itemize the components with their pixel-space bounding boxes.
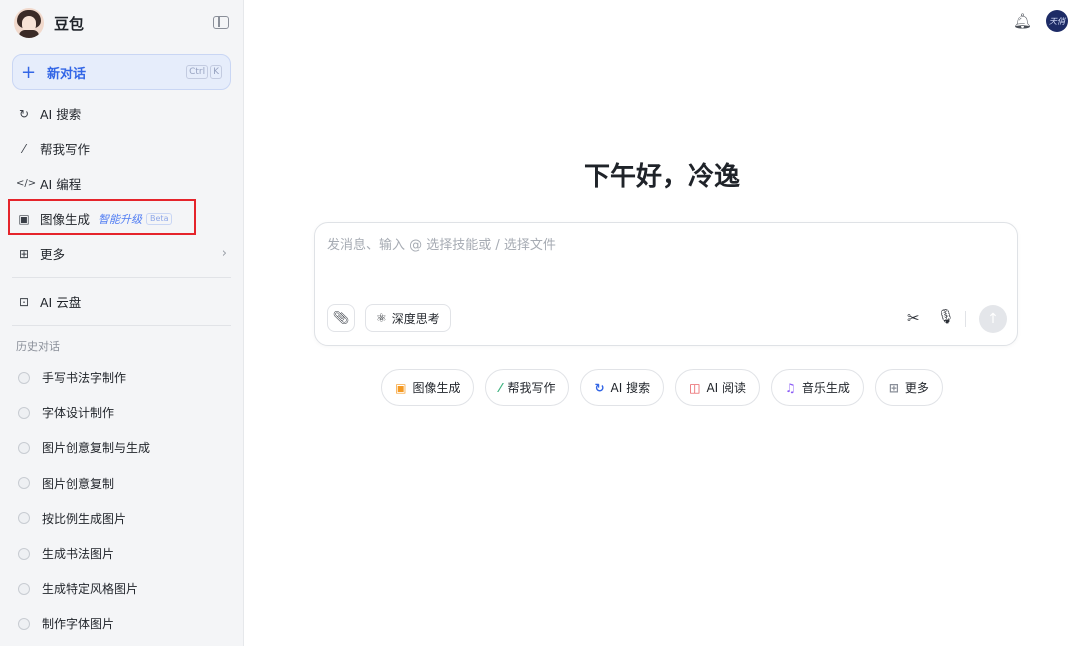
chat-bubble-icon	[18, 617, 30, 630]
shortcut-hint: Ctrl K	[186, 65, 222, 79]
sidebar-item-label: AI 编程	[40, 177, 82, 192]
deep-think-label: 深度思考	[391, 311, 440, 326]
ai-search-icon: ↻	[18, 106, 30, 121]
history-item[interactable]: 手写书法字制作	[12, 360, 231, 395]
deep-think-button[interactable]: ⚛︎ 深度思考	[365, 304, 451, 332]
scissors-icon[interactable]: ✂︎	[907, 309, 920, 327]
plus-icon: +	[21, 61, 37, 83]
history-item-label: 生成特定风格图片	[42, 582, 139, 597]
top-right-toolbar: 🔔︎ 天俏	[1013, 10, 1068, 32]
highlight-annotation	[8, 199, 196, 235]
history-item-label: 手写书法字制作	[42, 371, 127, 386]
chat-bubble-icon	[18, 477, 30, 490]
history-list: 手写书法字制作 字体设计制作 图片创意复制与生成 图片创意复制 按比例生成图片 …	[12, 360, 231, 642]
message-composer: 📎︎ ⚛︎ 深度思考 ✂︎ 🎙︎ ↑	[314, 222, 1018, 346]
paperclip-icon: 📎︎	[332, 310, 350, 326]
chat-bubble-icon	[18, 582, 30, 595]
history-item-label: 图片创意复制	[42, 476, 115, 491]
history-item[interactable]: 按比例生成图片	[12, 501, 231, 536]
cloud-drive-icon: ⊡	[18, 294, 30, 309]
divider	[12, 325, 231, 326]
chip-ai-reading[interactable]: ◫ AI 阅读	[675, 369, 761, 406]
send-button[interactable]: ↑	[979, 305, 1007, 333]
new-chat-button[interactable]: + 新对话 Ctrl K	[12, 54, 231, 90]
chevron-right-icon: ›	[221, 246, 227, 261]
chip-label: 更多	[904, 381, 929, 395]
music-icon: ♫	[785, 380, 796, 395]
chip-ai-search[interactable]: ↻ AI 搜索	[580, 369, 665, 406]
chip-label: 音乐生成	[801, 381, 850, 395]
greeting-title: 下午好，冷逸	[583, 162, 740, 192]
sidebar-item-writing[interactable]: ⁄ 帮我写作	[12, 131, 231, 166]
sidebar-nav: ↻ AI 搜索 ⁄ 帮我写作 </> AI 编程 ▣ 图像生成 智能升级 Bet…	[12, 96, 231, 271]
history-item[interactable]: 图片创意复制与生成	[12, 430, 231, 465]
sidebar-item-ai-coding[interactable]: </> AI 编程	[12, 166, 231, 201]
atom-icon: ⚛︎	[376, 311, 387, 325]
sidebar-collapse-icon[interactable]	[213, 16, 229, 29]
chip-music-generation[interactable]: ♫ 音乐生成	[771, 369, 864, 406]
sidebar-item-more[interactable]: ⊞ 更多 ›	[12, 236, 231, 271]
sidebar-item-label: AI 云盘	[40, 295, 82, 310]
arrow-up-icon: ↑	[987, 311, 999, 327]
chip-writing[interactable]: ⁄ 帮我写作	[485, 369, 570, 406]
chat-bubble-icon	[18, 547, 30, 560]
chat-bubble-icon	[18, 441, 30, 454]
writing-icon: ⁄	[22, 141, 25, 156]
chip-image-generation[interactable]: ▣ 图像生成	[381, 369, 475, 406]
shortcut-key-k: K	[210, 65, 222, 79]
shortcut-key-ctrl: Ctrl	[186, 65, 209, 79]
more-grid-icon: ⊞	[888, 380, 899, 395]
writing-icon: ⁄	[499, 380, 502, 395]
chat-bubble-icon	[18, 371, 30, 384]
chat-bubble-icon	[18, 406, 30, 419]
chip-more[interactable]: ⊞ 更多	[874, 369, 943, 406]
sidebar-item-label: 帮我写作	[40, 142, 91, 157]
sidebar-item-label: 更多	[40, 247, 66, 262]
history-title: 历史对话	[16, 340, 60, 353]
history-item-label: 字体设计制作	[42, 406, 115, 421]
message-input[interactable]	[327, 233, 927, 257]
history-item[interactable]: 生成书法图片	[12, 536, 231, 571]
main-area: 🔔︎ 天俏 下午好，冷逸 📎︎ ⚛︎ 深度思考 ✂︎ 🎙︎ ↑ ▣ 图像生成 ⁄ 帮…	[244, 0, 1080, 646]
more-grid-icon: ⊞	[18, 246, 30, 261]
divider	[965, 311, 966, 327]
divider	[12, 277, 231, 278]
history-item[interactable]: 字体设计制作	[12, 395, 231, 430]
chat-bubble-icon	[18, 512, 30, 525]
history-item[interactable]: 制作字体图片	[12, 606, 231, 641]
doubao-avatar	[14, 8, 44, 38]
attach-file-button[interactable]: 📎︎	[327, 304, 355, 332]
history-item[interactable]: 图片创意复制	[12, 466, 231, 501]
user-avatar[interactable]: 天俏	[1046, 10, 1068, 32]
chip-label: 图像生成	[412, 381, 461, 395]
history-item-label: 图片创意复制与生成	[42, 441, 151, 456]
sidebar-item-ai-search[interactable]: ↻ AI 搜索	[12, 96, 231, 131]
notification-bell-icon[interactable]: 🔔︎	[1013, 12, 1032, 30]
history-item[interactable]: 生成特定风格图片	[12, 571, 231, 606]
image-generation-icon: ▣	[395, 380, 407, 395]
new-chat-label: 新对话	[47, 66, 87, 82]
history-item-label: 生成书法图片	[42, 547, 115, 562]
brand: 豆包	[12, 0, 231, 46]
history-item-label: 按比例生成图片	[42, 511, 127, 526]
chip-label: AI 阅读	[706, 381, 747, 395]
skill-chips: ▣ 图像生成 ⁄ 帮我写作 ↻ AI 搜索 ◫ AI 阅读 ♫ 音乐生成 ⊞ 更多	[244, 369, 1080, 406]
chip-label: 帮我写作	[507, 381, 556, 395]
chip-label: AI 搜索	[610, 381, 651, 395]
brand-name: 豆包	[54, 14, 85, 33]
ai-search-icon: ↻	[594, 380, 605, 395]
sidebar-item-label: AI 搜索	[40, 107, 82, 122]
sidebar-item-cloud-drive[interactable]: ⊡ AI 云盘	[12, 284, 231, 319]
sidebar: 豆包 + 新对话 Ctrl K ↻ AI 搜索 ⁄ 帮我写作 </> AI 编程	[0, 0, 244, 646]
code-icon: </>	[16, 178, 37, 189]
ai-reading-icon: ◫	[689, 380, 701, 395]
microphone-icon[interactable]: 🎙︎	[937, 309, 955, 325]
history-item-label: 制作字体图片	[42, 617, 115, 632]
